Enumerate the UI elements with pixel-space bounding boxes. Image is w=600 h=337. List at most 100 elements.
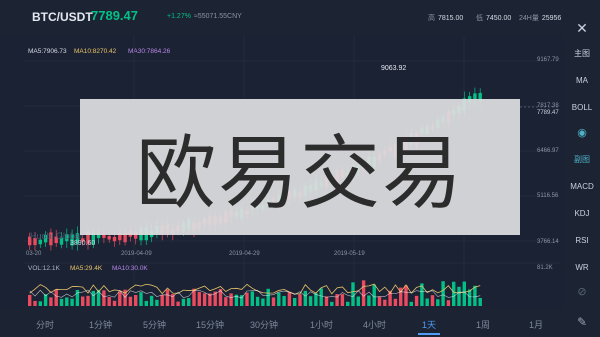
- high-value: 7815.00: [438, 15, 464, 22]
- volume-bar: [303, 290, 307, 306]
- volume-bar: [107, 297, 111, 306]
- min-price-callout: 3890.60: [70, 240, 96, 247]
- volume-bar: [33, 300, 37, 306]
- sidebar-item-main: 主图: [574, 49, 590, 58]
- volume-bar: [462, 281, 466, 306]
- volume-bar: [155, 299, 159, 306]
- volume-bar: [457, 286, 461, 306]
- volume-bar: [91, 290, 95, 306]
- volume-bar: [59, 298, 64, 306]
- volume-bar: [165, 289, 170, 306]
- tab-30min[interactable]: 30分钟: [250, 318, 278, 331]
- volume-bar: [54, 289, 58, 306]
- volume-bar: [298, 294, 302, 306]
- volume-bar: [160, 294, 164, 306]
- tab-1min[interactable]: 1分钟: [89, 318, 112, 331]
- volume-bar: [70, 298, 74, 306]
- sidebar-item-macd[interactable]: MACD: [564, 182, 600, 191]
- volume-bar: [383, 299, 387, 306]
- volume-bar: [28, 294, 32, 306]
- close-icon[interactable]: ✕: [564, 20, 600, 37]
- y-tick-current: 7789.47: [537, 110, 559, 116]
- volume-bar: [197, 291, 201, 306]
- eye-off-icon[interactable]: ⊘: [564, 285, 600, 298]
- volume-bar: [478, 297, 482, 306]
- x-tick-2: 2019-04-09: [121, 251, 152, 257]
- vol-ma10-label: MA10:30.0K: [112, 265, 148, 272]
- overlay-banner: 欧易交易: [80, 99, 520, 235]
- x-tick-4: 2019-05-19: [334, 251, 365, 257]
- x-tick-3: 2019-04-29: [229, 251, 260, 257]
- volume-bar: [187, 298, 191, 306]
- vol-stat: 24H量 25956: [519, 13, 561, 23]
- volume-bar: [176, 301, 180, 306]
- y-tick-2: 7817.38: [537, 103, 559, 109]
- volume-bar: [102, 290, 106, 306]
- eye-icon[interactable]: ◉: [564, 126, 600, 139]
- sidebar-item-rsi[interactable]: RSI: [564, 236, 600, 245]
- tab-5min[interactable]: 5分钟: [143, 318, 166, 331]
- overlay-text: 欧易交易: [136, 127, 464, 220]
- volume-bar: [361, 280, 366, 306]
- volume-bar: [330, 301, 334, 306]
- volume-bar: [49, 297, 53, 306]
- volume-bar: [86, 295, 90, 306]
- y-tick-3: 6466.97: [537, 148, 559, 154]
- volume-bar: [319, 288, 323, 306]
- sidebar-item-ma[interactable]: MA: [564, 76, 600, 85]
- pair-name[interactable]: BTC/USDT: [32, 10, 93, 24]
- low-value: 7450.00: [486, 15, 512, 22]
- volume-bar: [346, 301, 350, 306]
- volume-bar: [282, 295, 286, 306]
- vol-value: 25956: [541, 15, 562, 22]
- sidebar-item-kdj[interactable]: KDJ: [564, 209, 600, 218]
- tab-1month[interactable]: 1月: [529, 318, 543, 331]
- volume-bar: [404, 285, 408, 306]
- tab-timeline[interactable]: 分时: [36, 318, 54, 331]
- volume-bar: [38, 301, 42, 306]
- volume-bar: [351, 282, 355, 306]
- vol-axis-label: 81.2K: [537, 265, 553, 271]
- y-tick-5: 3766.14: [537, 239, 559, 245]
- volume-bar: [255, 296, 260, 306]
- volume-bar: [128, 296, 133, 306]
- volume-bar: [446, 300, 451, 306]
- timeframe-bar: 分时 1分钟 5分钟 15分钟 30分钟 1小时 4小时 1天 1周 1月 ✎: [0, 308, 600, 337]
- volume-bar: [409, 301, 413, 306]
- tab-1week[interactable]: 1周: [476, 318, 490, 331]
- sidebar-item-wr[interactable]: WR: [564, 263, 600, 272]
- tab-1hour[interactable]: 1小时: [310, 318, 333, 331]
- volume-bar: [393, 298, 398, 306]
- last-price: 7789.47: [91, 8, 138, 23]
- volume-bar: [452, 281, 456, 306]
- volume-bar: [134, 295, 138, 306]
- volume-bar: [118, 291, 122, 306]
- volume-bar: [340, 294, 345, 306]
- tab-1day[interactable]: 1天: [422, 318, 436, 331]
- volume-bar: [81, 296, 85, 306]
- volume-bar: [473, 285, 477, 306]
- volume-bar: [467, 289, 472, 306]
- volume-bar: [75, 289, 80, 306]
- cny-price: ≈55071.55CNY: [194, 13, 242, 20]
- drawing-tool-icon[interactable]: ✎: [577, 315, 587, 329]
- volume-bar: [245, 292, 249, 306]
- volume-bar: [149, 295, 154, 306]
- vol-ma5-label: MA5:29.4K: [70, 265, 103, 272]
- tab-4hour[interactable]: 4小时: [363, 318, 386, 331]
- tab-15min[interactable]: 15分钟: [196, 318, 224, 331]
- sidebar-item-sub: 副图: [574, 155, 590, 164]
- volume-bar: [356, 296, 360, 306]
- vol-label: VOL:12.1K: [28, 265, 60, 272]
- volume-bar: [266, 288, 270, 306]
- volume-bar: [229, 293, 233, 306]
- sidebar-item-boll[interactable]: BOLL: [564, 103, 600, 112]
- active-tab-indicator: [418, 333, 440, 335]
- watermark: Huobi Global: [30, 231, 83, 241]
- indicator-sidebar: ✕ 主图 MA BOLL ◉ 副图 MACD KDJ RSI WR ⊘: [564, 20, 600, 308]
- volume-bar: [271, 297, 276, 306]
- volume-bar: [202, 293, 207, 306]
- top-bar: BTC/USDT 7789.47 +1.27% ≈55071.55CNY 高 78…: [0, 0, 600, 36]
- volume-bar: [144, 300, 148, 306]
- high-label: 高: [428, 15, 435, 22]
